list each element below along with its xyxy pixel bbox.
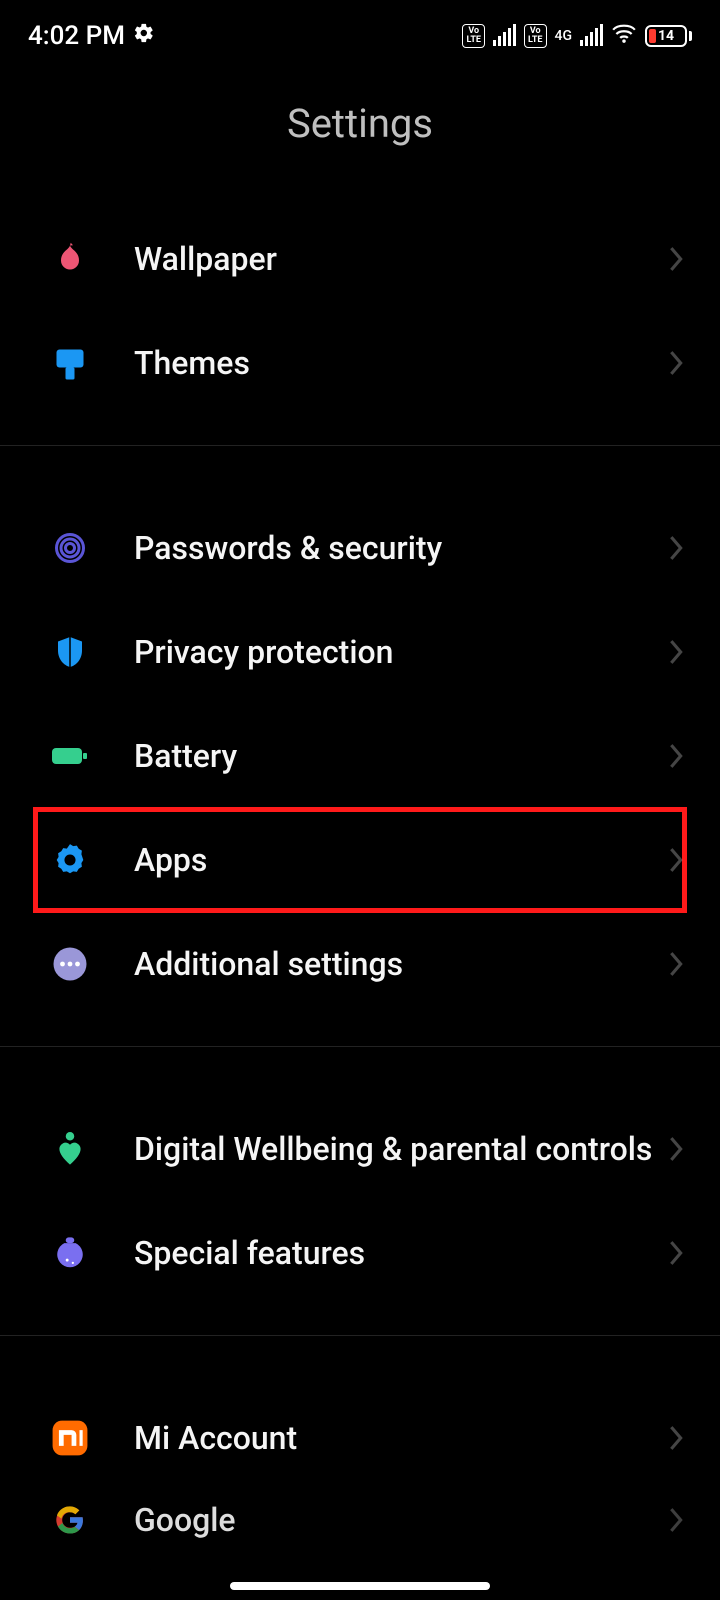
apps-gear-icon bbox=[50, 840, 90, 880]
settings-group: Passwords & security Privacy protection … bbox=[0, 496, 720, 1047]
themes-icon bbox=[50, 343, 90, 383]
settings-row-privacy[interactable]: Privacy protection bbox=[0, 600, 720, 704]
chevron-right-icon bbox=[668, 638, 684, 666]
settings-row-google[interactable]: Google bbox=[0, 1490, 720, 1550]
settings-list: Wallpaper Themes Passwords & security Pr… bbox=[0, 207, 720, 1550]
more-icon bbox=[50, 944, 90, 984]
wifi-icon bbox=[611, 21, 637, 51]
row-label: Wallpaper bbox=[134, 239, 668, 279]
row-label: Mi Account bbox=[134, 1418, 668, 1458]
status-right: VoLTE VoLTE 4G 14 bbox=[462, 21, 692, 51]
battery-row-icon bbox=[50, 736, 90, 776]
row-label: Privacy protection bbox=[134, 632, 668, 672]
fingerprint-icon bbox=[50, 528, 90, 568]
chevron-right-icon bbox=[668, 1135, 684, 1163]
settings-row-apps[interactable]: Apps bbox=[34, 808, 686, 912]
row-label: Themes bbox=[134, 343, 668, 383]
settings-group: Wallpaper Themes bbox=[0, 207, 720, 446]
wallpaper-icon bbox=[50, 239, 90, 279]
settings-status-icon bbox=[133, 21, 155, 51]
flask-icon bbox=[50, 1233, 90, 1273]
settings-group: Digital Wellbeing & parental controls Sp… bbox=[0, 1097, 720, 1336]
chevron-right-icon bbox=[668, 1506, 684, 1534]
status-bar: 4:02 PM VoLTE VoLTE 4G 14 bbox=[0, 0, 720, 60]
settings-row-mi-account[interactable]: Mi Account bbox=[0, 1386, 720, 1490]
page-title: Settings bbox=[0, 100, 720, 147]
row-label: Battery bbox=[134, 736, 668, 776]
row-label: Digital Wellbeing & parental controls bbox=[134, 1129, 668, 1169]
settings-row-battery[interactable]: Battery bbox=[0, 704, 720, 808]
volte-icon-2: VoLTE bbox=[524, 24, 547, 48]
row-label: Special features bbox=[134, 1233, 668, 1273]
wellbeing-icon bbox=[50, 1129, 90, 1169]
network-type-label: 4G bbox=[555, 30, 573, 42]
chevron-right-icon bbox=[668, 1239, 684, 1267]
chevron-right-icon bbox=[668, 245, 684, 273]
battery-icon: 14 bbox=[645, 25, 692, 47]
settings-row-wellbeing[interactable]: Digital Wellbeing & parental controls bbox=[0, 1097, 720, 1201]
shield-icon bbox=[50, 632, 90, 672]
status-left: 4:02 PM bbox=[28, 21, 155, 51]
chevron-right-icon bbox=[668, 950, 684, 978]
signal-icon-1 bbox=[493, 26, 516, 46]
google-logo-icon bbox=[50, 1500, 90, 1540]
chevron-right-icon bbox=[668, 1424, 684, 1452]
row-label: Apps bbox=[134, 840, 668, 880]
row-label: Google bbox=[134, 1500, 668, 1540]
settings-row-wallpaper[interactable]: Wallpaper bbox=[0, 207, 720, 311]
row-label: Additional settings bbox=[134, 944, 668, 984]
signal-icon-2 bbox=[580, 26, 603, 46]
settings-row-themes[interactable]: Themes bbox=[0, 311, 720, 415]
chevron-right-icon bbox=[668, 534, 684, 562]
chevron-right-icon bbox=[668, 846, 684, 874]
mi-logo-icon bbox=[50, 1418, 90, 1458]
row-label: Passwords & security bbox=[134, 528, 668, 568]
settings-row-special[interactable]: Special features bbox=[0, 1201, 720, 1305]
settings-row-additional[interactable]: Additional settings bbox=[0, 912, 720, 1016]
home-indicator[interactable] bbox=[230, 1582, 490, 1590]
settings-row-passwords[interactable]: Passwords & security bbox=[0, 496, 720, 600]
battery-percent: 14 bbox=[649, 28, 683, 44]
chevron-right-icon bbox=[668, 742, 684, 770]
status-time: 4:02 PM bbox=[28, 21, 125, 51]
chevron-right-icon bbox=[668, 349, 684, 377]
settings-group: Mi Account Google bbox=[0, 1386, 720, 1550]
volte-icon-1: VoLTE bbox=[462, 24, 485, 48]
